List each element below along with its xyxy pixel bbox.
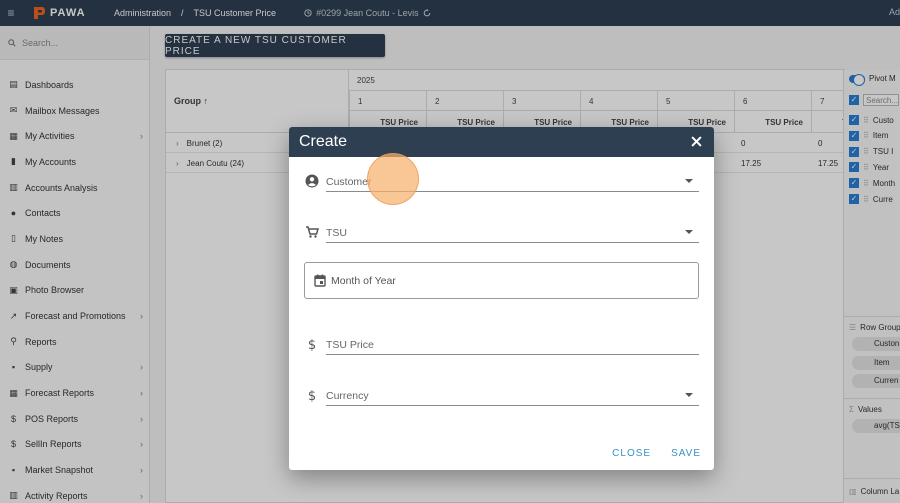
- svg-text:$: $: [308, 389, 316, 402]
- month-of-year-field[interactable]: Month of Year: [304, 262, 699, 299]
- currency-label: Currency: [326, 390, 369, 402]
- dollar-icon: $: [304, 387, 320, 403]
- account-circle-icon: [304, 173, 320, 189]
- dialog-title: Create: [299, 133, 348, 150]
- save-button[interactable]: SAVE: [671, 448, 701, 459]
- touch-indicator: [367, 153, 419, 205]
- dialog-header: Create: [289, 127, 714, 157]
- customer-label: Customer: [326, 176, 372, 188]
- tsu-price-label: TSU Price: [326, 339, 374, 351]
- svg-text:$: $: [308, 338, 316, 351]
- dropdown-arrow-icon: [685, 230, 693, 234]
- dropdown-arrow-icon: [685, 393, 693, 397]
- close-button[interactable]: CLOSE: [612, 448, 651, 459]
- calendar-icon: [313, 273, 327, 287]
- close-icon[interactable]: [688, 133, 704, 149]
- create-dialog: Create Customer TSU Month of Year $ TSU …: [289, 127, 714, 470]
- dialog-actions: CLOSE SAVE: [612, 448, 701, 459]
- dollar-icon: $: [304, 336, 320, 352]
- tsu-label: TSU: [326, 227, 347, 239]
- month-of-year-label: Month of Year: [331, 275, 396, 287]
- cart-icon: [304, 224, 320, 240]
- dropdown-arrow-icon: [685, 179, 693, 183]
